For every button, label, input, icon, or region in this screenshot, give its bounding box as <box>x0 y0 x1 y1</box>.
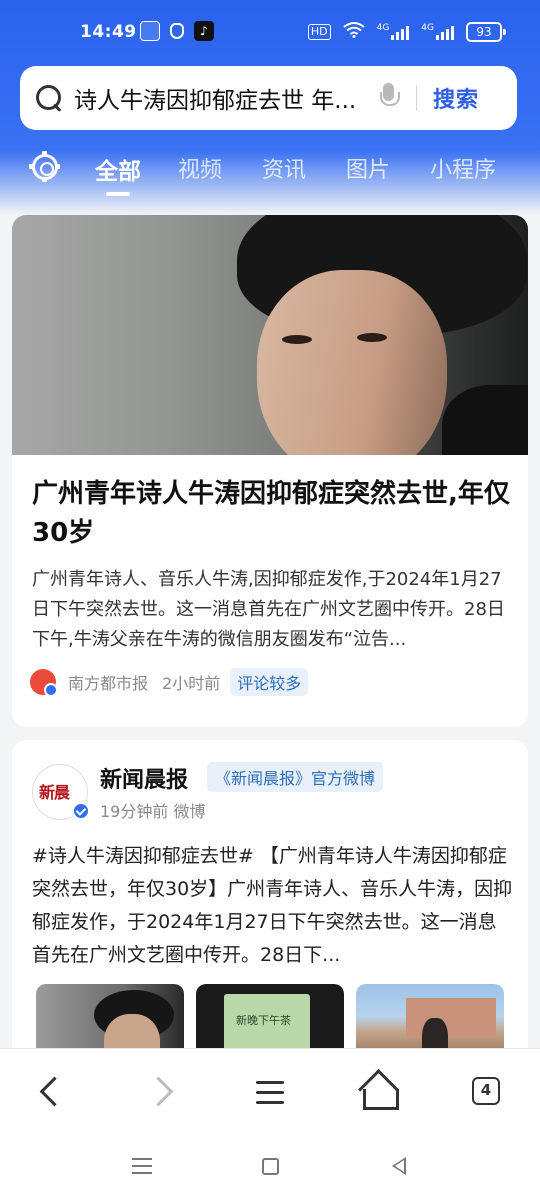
post-text[interactable]: #诗人牛涛因抑郁症去世# 【广州青年诗人牛涛因抑郁症突然去世，年仅30岁】广州青… <box>32 840 514 972</box>
active-tab-indicator <box>106 192 130 196</box>
system-back-icon[interactable] <box>392 1157 406 1175</box>
status-time: 14:49 <box>80 22 137 42</box>
notification-icons: ♪ <box>140 21 214 41</box>
signal-1-label: 4G <box>376 23 390 33</box>
tiktok-icon: ♪ <box>194 21 214 41</box>
signal-icon: 4G <box>421 24 454 40</box>
tab-all[interactable]: 全部 <box>95 152 141 186</box>
news-time: 2小时前 <box>162 674 221 693</box>
search-input[interactable]: 诗人牛涛因抑郁症去世 年... <box>74 81 364 115</box>
battery-icon: 93 <box>466 22 506 42</box>
system-navigation-bar <box>0 1138 540 1200</box>
avatar-text: 新晨 <box>39 783 70 802</box>
news-source[interactable]: 南方都市报 <box>68 670 148 694</box>
account-tag: 《新闻晨报》官方微博 <box>207 762 384 792</box>
weibo-result-card[interactable]: 新晨 新闻晨报 《新闻晨报》官方微博 19分钟前 微博 #诗人牛涛因抑郁症去世#… <box>12 740 528 1060</box>
hd-badge: HD <box>307 24 331 40</box>
back-icon[interactable] <box>30 1071 74 1115</box>
news-meta: 南方都市报 2小时前 评论较多 <box>30 668 309 697</box>
status-bar: 14:49 ♪ HD 4G 4G 93 <box>0 0 540 64</box>
forward-icon[interactable] <box>140 1071 184 1115</box>
gear-icon[interactable] <box>29 151 60 182</box>
signal-2-label: 4G <box>421 23 434 33</box>
signal-icon: 4G <box>377 24 410 40</box>
tab-video[interactable]: 视频 <box>178 152 222 184</box>
system-home-icon[interactable] <box>262 1158 279 1175</box>
news-summary: 广州青年诗人、音乐人牛涛,因抑郁症发作,于2024年1月27日下午突然去世。这一… <box>32 569 505 650</box>
tab-mini-programs[interactable]: 小程序 <box>430 152 496 184</box>
news-title[interactable]: 广州青年诗人牛涛因抑郁症突然去世,年仅30岁 <box>32 475 512 553</box>
status-indicators: HD 4G 4G 93 <box>307 22 506 42</box>
microphone-icon[interactable] <box>378 83 400 113</box>
tab-news[interactable]: 资讯 <box>262 152 306 184</box>
tabs-count-button[interactable]: 4 <box>472 1077 500 1105</box>
verified-icon <box>72 802 90 820</box>
search-icon <box>34 83 64 113</box>
comment-badge: 评论较多 <box>230 668 309 696</box>
shield-icon <box>170 23 184 39</box>
browser-toolbar: 4 <box>0 1048 540 1138</box>
recents-icon[interactable] <box>132 1158 152 1174</box>
tab-images[interactable]: 图片 <box>346 152 390 184</box>
post-meta: 19分钟前 微博 <box>100 802 206 821</box>
search-button[interactable]: 搜索 <box>433 82 479 114</box>
menu-icon[interactable] <box>248 1071 292 1115</box>
book-title: 新晚下午茶 <box>236 1014 291 1027</box>
search-divider <box>416 85 417 111</box>
notification-app-icon <box>140 21 160 41</box>
news-hero-image[interactable] <box>12 215 528 455</box>
account-name[interactable]: 新闻晨报 <box>100 762 188 794</box>
news-result-card[interactable]: 广州青年诗人牛涛因抑郁症突然去世,年仅30岁 广州青年诗人、音乐人牛涛,因抑郁症… <box>12 215 528 727</box>
wifi-icon <box>342 22 365 42</box>
search-tabs: 全部 视频 资讯 图片 小程序 <box>0 140 540 200</box>
home-icon[interactable] <box>356 1071 400 1115</box>
search-bar[interactable]: 诗人牛涛因抑郁症去世 年... 搜索 <box>20 66 517 130</box>
source-logo-icon <box>30 669 58 697</box>
